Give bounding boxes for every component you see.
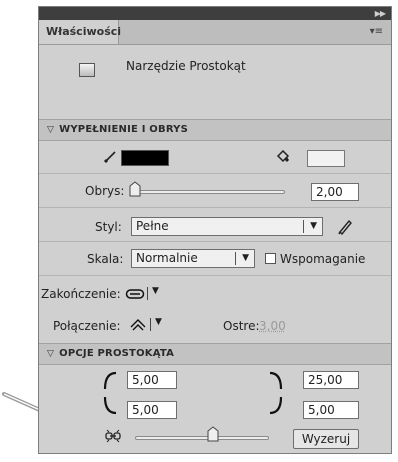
scale-label: Skala:	[87, 252, 124, 266]
corner-top-left-icon	[103, 371, 117, 390]
collapse-triangle-icon: ▽	[47, 125, 55, 135]
join-label: Połączenie:	[53, 319, 121, 333]
pencil-icon	[103, 151, 116, 164]
cap-label: Zakończenie:	[41, 287, 121, 301]
stroke-width-input[interactable]: 2,00	[311, 183, 359, 201]
miter-label: Ostre:	[223, 319, 260, 333]
cap-dropdown[interactable]: ▼	[125, 285, 169, 303]
link-lock-icon[interactable]	[105, 429, 121, 443]
select-separator	[235, 252, 236, 265]
corner-top-right-icon	[269, 371, 283, 390]
fill-color-swatch[interactable]	[307, 150, 345, 167]
section-rectangle-options[interactable]: ▽ OPCJE PROSTOKĄTA	[39, 343, 391, 365]
style-label: Styl:	[95, 220, 122, 234]
hinting-checkbox[interactable]	[265, 253, 276, 264]
select-separator	[303, 220, 304, 233]
scale-select-value: Normalnie	[136, 251, 198, 265]
divider	[39, 241, 391, 242]
dropdown-separator	[147, 287, 148, 300]
radius-slider-track[interactable]	[135, 436, 269, 440]
corner-bottom-left-input[interactable]: 5,00	[127, 401, 177, 419]
tool-name: Narzędzie Prostokąt	[126, 59, 246, 73]
miter-value: 3,00	[259, 319, 286, 333]
panel-menu-icon[interactable]: ▾≡	[370, 27, 383, 37]
stroke-label: Obrys:	[85, 184, 125, 198]
stroke-color-swatch[interactable]	[121, 150, 169, 166]
paint-bucket-icon	[276, 150, 290, 163]
corner-bottom-right-icon	[269, 396, 283, 415]
stroke-slider-track[interactable]	[133, 190, 285, 194]
tab-row: Właściwości ▾≡	[39, 20, 391, 45]
collapse-triangle-icon: ▽	[47, 349, 55, 359]
double-chevron-right-icon[interactable]: ▶▶	[375, 7, 386, 20]
join-dropdown[interactable]: ▼	[129, 316, 173, 334]
divider	[39, 207, 391, 208]
corner-bottom-left-icon	[103, 396, 117, 415]
divider	[39, 275, 391, 276]
scale-select[interactable]: Normalnie ▼	[131, 249, 255, 268]
reset-button[interactable]: Wyzeruj	[293, 429, 359, 449]
rectangle-tool-icon	[79, 63, 95, 77]
chevron-down-icon: ▼	[242, 253, 249, 263]
radius-slider-thumb[interactable]	[207, 426, 219, 442]
chevron-down-icon: ▼	[155, 317, 162, 327]
panel-titlebar: ▶▶	[39, 7, 391, 20]
dropdown-separator	[150, 318, 151, 331]
cap-icon	[125, 289, 145, 299]
join-icon	[130, 319, 146, 331]
style-select-value: Pełne	[136, 219, 169, 233]
edit-style-pencil-icon[interactable]	[337, 217, 353, 235]
tab-properties[interactable]: Właściwości	[39, 20, 121, 44]
section-fill-stroke[interactable]: ▽ WYPEŁNIENIE I OBRYS	[39, 119, 391, 141]
stroke-slider-thumb[interactable]	[129, 181, 141, 197]
chevron-down-icon: ▼	[310, 221, 317, 231]
section-fill-stroke-title: WYPEŁNIENIE I OBRYS	[59, 124, 189, 135]
hinting-label: Wspomaganie	[280, 252, 366, 266]
divider	[39, 173, 391, 174]
corner-bottom-right-input[interactable]: 5,00	[303, 401, 359, 419]
properties-panel: ▶▶ Właściwości ▾≡ Narzędzie Prostokąt ▽ W…	[38, 6, 392, 454]
chevron-down-icon: ▼	[152, 286, 159, 296]
corner-top-right-input[interactable]: 25,00	[303, 371, 359, 389]
corner-top-left-input[interactable]: 5,00	[127, 371, 177, 389]
section-rectangle-options-title: OPCJE PROSTOKĄTA	[59, 348, 175, 359]
style-select[interactable]: Pełne ▼	[131, 217, 323, 236]
